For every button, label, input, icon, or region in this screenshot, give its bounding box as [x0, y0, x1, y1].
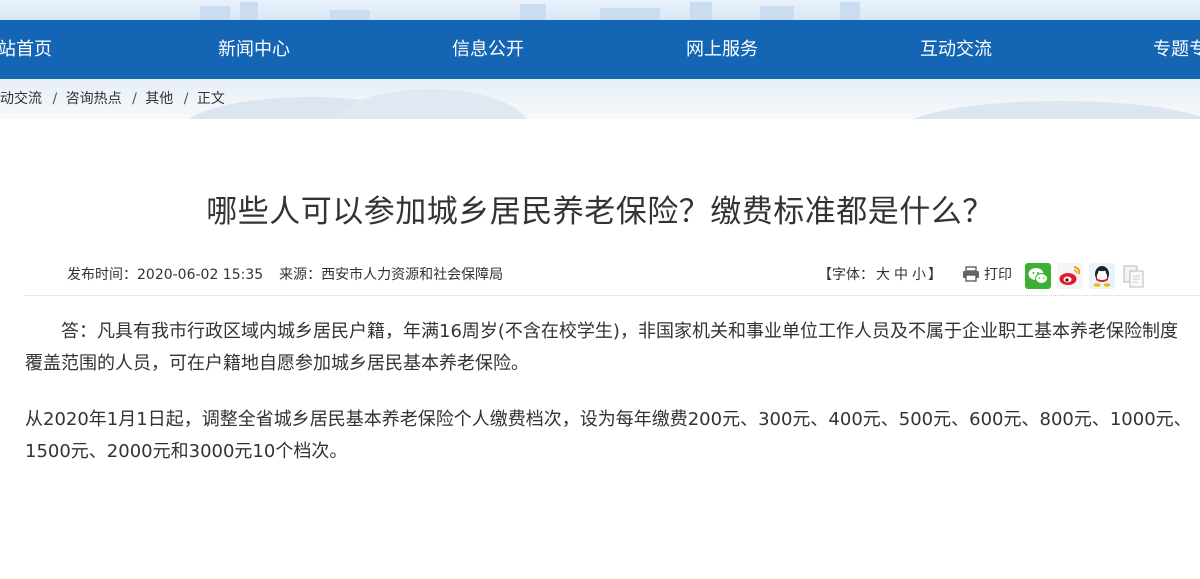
main-nav: 站首页 新闻中心 信息公开 网上服务 互动交流 专题专	[0, 20, 1200, 79]
publish-time: 2020-06-02 15:35	[137, 267, 264, 283]
breadcrumb-item-other[interactable]: 其他	[145, 91, 173, 107]
header-banner	[0, 0, 1200, 20]
source-label: 来源：	[279, 267, 322, 283]
weibo-icon[interactable]	[1057, 263, 1083, 289]
font-size-medium[interactable]: 中	[894, 267, 908, 283]
nav-item-home[interactable]: 站首页	[0, 20, 52, 79]
font-size-large[interactable]: 大	[876, 267, 890, 283]
nav-item-topics[interactable]: 专题专	[1153, 20, 1200, 79]
nav-item-news[interactable]: 新闻中心	[218, 20, 290, 79]
article-paragraph: 从2020年1月1日起，调整全省城乡居民基本养老保险个人缴费档次，设为每年缴费2…	[25, 409, 1192, 462]
print-label: 打印	[984, 267, 1012, 283]
article-meta: 发布时间：2020-06-02 15:35 来源：西安市人力资源和社会保障局	[67, 265, 503, 285]
breadcrumb-item-interaction[interactable]: 动交流	[0, 91, 42, 107]
source: 西安市人力资源和社会保障局	[321, 267, 504, 283]
copy-icon[interactable]	[1121, 263, 1147, 289]
breadcrumb-item-hot-topics[interactable]: 咨询热点	[66, 91, 122, 107]
nav-item-info-public[interactable]: 信息公开	[452, 20, 524, 79]
nav-item-online-service[interactable]: 网上服务	[686, 20, 758, 79]
article-paragraph: 答：凡具有我市行政区域内城乡居民户籍，年满16周岁(不含在校学生)，非国家机关和…	[25, 321, 1178, 374]
publish-time-label: 发布时间：	[67, 267, 137, 283]
qq-icon[interactable]	[1089, 263, 1115, 289]
breadcrumb-item-current: 正文	[196, 91, 225, 107]
print-button[interactable]: 打印	[962, 265, 1012, 285]
meta-divider	[25, 295, 1200, 296]
nav-item-interaction[interactable]: 互动交流	[920, 20, 992, 79]
wechat-icon[interactable]	[1025, 263, 1051, 289]
printer-icon	[963, 266, 979, 282]
font-size-small[interactable]: 小	[912, 267, 926, 283]
breadcrumb-separator: /	[132, 91, 137, 107]
font-size-control: 【字体：大中小】	[818, 265, 942, 285]
breadcrumb-separator: /	[183, 91, 189, 107]
breadcrumb-separator: /	[52, 91, 58, 107]
font-size-label-close: 】	[928, 267, 942, 283]
article-title: 哪些人可以参加城乡居民养老保险？缴费标准都是什么？	[206, 194, 994, 230]
breadcrumb: 动交流 / 咨询热点 / 其他 / 正文	[0, 89, 225, 109]
font-size-label-open: 【字体：	[818, 267, 874, 283]
